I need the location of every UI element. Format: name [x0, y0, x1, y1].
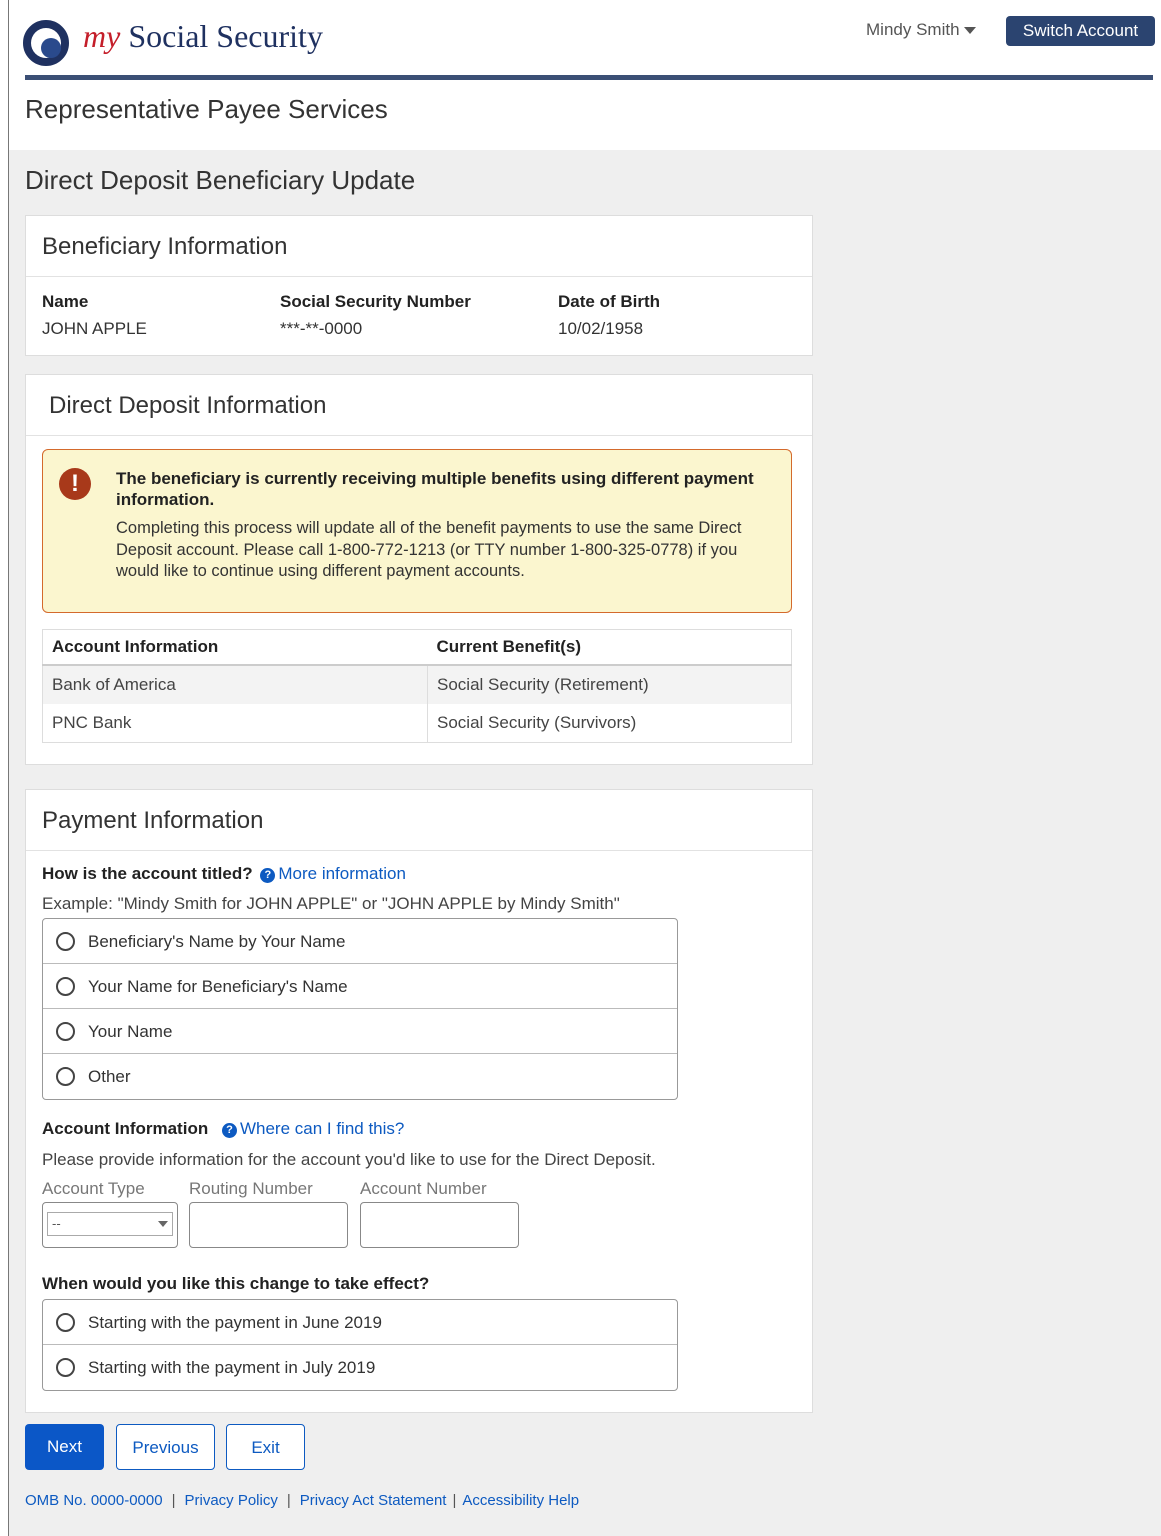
table-cell: PNC Bank	[42, 703, 428, 743]
chevron-down-icon	[158, 1221, 168, 1227]
site-logo[interactable]: my Social Security	[83, 18, 323, 55]
account-type-label: Account Type	[42, 1179, 145, 1198]
section-title: Representative Payee Services	[25, 94, 388, 124]
previous-button[interactable]: Previous	[116, 1424, 215, 1470]
direct-deposit-card: Direct Deposit Information ! The benefic…	[25, 374, 813, 765]
radio-button[interactable]	[56, 1313, 75, 1332]
account-type-select[interactable]: --	[42, 1202, 178, 1248]
dob-label: Date of Birth	[558, 292, 660, 311]
accounts-table: Account Information Current Benefit(s) B…	[42, 629, 792, 743]
alert-body: Completing this process will update all …	[116, 519, 742, 580]
name-value: JOHN APPLE	[42, 319, 147, 338]
radio-label: Your Name for Beneficiary's Name	[88, 977, 348, 996]
account-title-options: Beneficiary's Name by Your Name Your Nam…	[42, 918, 678, 1100]
switch-account-button[interactable]: Switch Account	[1006, 16, 1155, 46]
radio-button[interactable]	[56, 932, 75, 951]
selected-value: --	[52, 1216, 61, 1231]
table-header-row: Account Information Current Benefit(s)	[42, 629, 792, 666]
radio-button[interactable]	[56, 1358, 75, 1377]
exit-button[interactable]: Exit	[226, 1424, 305, 1470]
radio-option-you-for-beneficiary[interactable]: Your Name for Beneficiary's Name	[43, 964, 677, 1009]
table-cell: Social Security (Survivors)	[427, 703, 792, 743]
beneficiary-heading: Beneficiary Information	[26, 216, 812, 277]
more-information-link[interactable]: More information	[278, 864, 406, 883]
header-divider	[25, 75, 1153, 80]
table-cell: Bank of America	[42, 664, 428, 704]
footer-links: OMB No. 0000-0000 | Privacy Policy | Privacy…	[25, 1492, 579, 1509]
effect-date-options: Starting with the payment in June 2019 S…	[42, 1299, 678, 1391]
radio-option-june-2019[interactable]: Starting with the payment in June 2019	[43, 1300, 677, 1345]
accessibility-help-link[interactable]: Accessibility Help	[462, 1492, 579, 1509]
account-title-example: Example: "Mindy Smith for JOHN APPLE" or…	[42, 894, 620, 913]
column-header: Account Information	[42, 629, 428, 666]
payment-heading: Payment Information	[26, 790, 812, 851]
radio-label: Starting with the payment in July 2019	[88, 1358, 376, 1377]
page-frame: my Social Security Mindy Smith Switch Ac…	[8, 0, 1161, 1536]
beneficiary-card: Beneficiary Information Name JOHN APPLE …	[25, 215, 813, 356]
direct-deposit-heading: Direct Deposit Information	[26, 375, 812, 436]
exclamation-icon: !	[59, 468, 91, 500]
radio-option-beneficiary-by-you[interactable]: Beneficiary's Name by Your Name	[43, 919, 677, 964]
routing-number-label: Routing Number	[189, 1179, 313, 1198]
footer-separator: |	[452, 1492, 457, 1509]
account-title-label: How is the account titled?	[42, 864, 253, 883]
radio-label: Your Name	[88, 1022, 173, 1041]
beneficiary-dob: Date of Birth 10/02/1958	[558, 292, 660, 339]
radio-label: Other	[88, 1067, 131, 1086]
payment-card: Payment Information How is the account t…	[25, 789, 813, 1413]
name-label: Name	[42, 292, 89, 311]
footer-separator: |	[286, 1492, 291, 1509]
account-information-label: Account Information	[42, 1119, 209, 1138]
ssn-value: ***-**-0000	[280, 319, 363, 338]
table-cell: Social Security (Retirement)	[427, 664, 792, 704]
account-type-value[interactable]: --	[47, 1212, 173, 1236]
radio-label: Beneficiary's Name by Your Name	[88, 932, 346, 951]
ssn-label: Social Security Number	[280, 292, 471, 311]
radio-option-other[interactable]: Other	[43, 1054, 677, 1099]
routing-number-input[interactable]	[189, 1202, 348, 1248]
account-title-question: How is the account titled? ? More informa…	[42, 864, 406, 884]
dob-value: 10/02/1958	[558, 319, 644, 338]
table-row: Bank of America Social Security (Retirem…	[42, 664, 792, 704]
site-header: my Social Security Mindy Smith Switch Ac…	[9, 0, 1161, 80]
privacy-act-link[interactable]: Privacy Act Statement	[300, 1492, 447, 1509]
help-icon: ?	[260, 868, 276, 883]
user-menu[interactable]: Mindy Smith	[866, 20, 976, 40]
next-button[interactable]: Next	[25, 1424, 104, 1470]
chevron-down-icon	[963, 27, 976, 35]
privacy-policy-link[interactable]: Privacy Policy	[184, 1492, 277, 1509]
beneficiary-ssn: Social Security Number ***-**-0000	[280, 292, 471, 339]
radio-label: Starting with the payment in June 2019	[88, 1313, 382, 1332]
radio-option-your-name[interactable]: Your Name	[43, 1009, 677, 1054]
logo-my: my	[83, 18, 121, 54]
radio-option-july-2019[interactable]: Starting with the payment in July 2019	[43, 1345, 677, 1390]
column-header: Current Benefit(s)	[427, 629, 792, 666]
radio-button[interactable]	[56, 1022, 75, 1041]
table-row: PNC Bank Social Security (Survivors)	[42, 703, 792, 743]
where-find-link[interactable]: Where can I find this?	[240, 1119, 404, 1138]
ssa-seal-icon	[23, 20, 69, 66]
multiple-benefits-alert: ! The beneficiary is currently receiving…	[42, 449, 792, 613]
footer-separator: |	[171, 1492, 176, 1509]
account-number-input[interactable]	[360, 1202, 519, 1248]
radio-button[interactable]	[56, 977, 75, 996]
alert-title: The beneficiary is currently receiving m…	[116, 469, 754, 509]
radio-button[interactable]	[56, 1067, 75, 1086]
omb-number-link[interactable]: OMB No. 0000-0000	[25, 1492, 163, 1509]
beneficiary-name: Name JOHN APPLE	[42, 292, 147, 339]
account-hint: Please provide information for the accou…	[42, 1150, 656, 1169]
account-information-question: Account Information ? Where can I find th…	[42, 1119, 404, 1139]
page-title: Direct Deposit Beneficiary Update	[25, 165, 416, 195]
user-name: Mindy Smith	[866, 20, 960, 39]
help-icon: ?	[221, 1123, 237, 1138]
logo-name: Social Security	[128, 18, 323, 54]
effect-date-question: When would you like this change to take …	[42, 1274, 430, 1293]
account-number-label: Account Number	[360, 1179, 487, 1198]
